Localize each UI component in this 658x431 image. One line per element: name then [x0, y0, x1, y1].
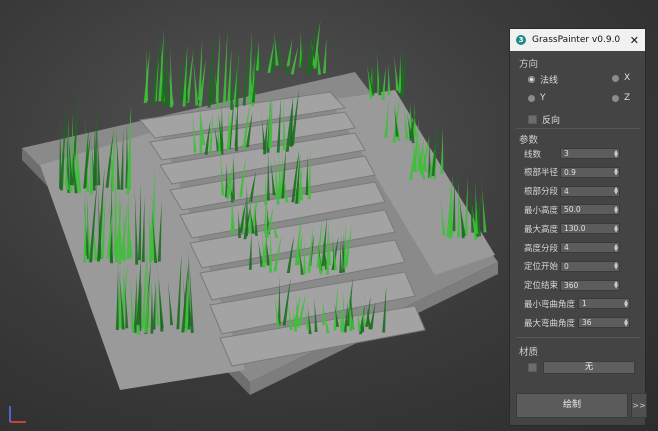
- param-value: 4: [564, 243, 569, 252]
- param-value: 130.0: [564, 224, 586, 234]
- param-label: 根部半径: [524, 168, 559, 179]
- params-group-label: 参数: [519, 135, 539, 146]
- param-label: 最大高度: [524, 224, 559, 235]
- param-row: 最小高度 50.0 ▲ ▼: [524, 204, 620, 216]
- spinner-arrows-icon[interactable]: ▲ ▼: [613, 149, 619, 158]
- radio-dot-icon: [528, 76, 535, 83]
- grass-blade: [191, 39, 199, 106]
- material-none-button[interactable]: 无: [543, 361, 635, 374]
- param-row: 最大弯曲角度 36 ▲ ▼: [524, 317, 630, 329]
- radio-z[interactable]: Z: [612, 93, 630, 103]
- param-value: 0.9: [564, 167, 576, 177]
- checkbox-box: [528, 115, 537, 124]
- grass-blade: [286, 39, 293, 67]
- param-value: 0: [564, 261, 569, 271]
- param-row: 根部半径 0.9 ▲ ▼: [524, 166, 620, 179]
- param-row: 根部分段 4 ▲ ▼: [524, 185, 620, 198]
- param-spinner-input[interactable]: 3 ▲ ▼: [560, 148, 620, 159]
- grass-blade: [222, 31, 228, 104]
- divider: [516, 128, 640, 129]
- param-label: 定位结束: [524, 281, 559, 292]
- panel-titlebar[interactable]: 3 GrassPainter v0.9.0 ✕: [510, 29, 645, 51]
- spinner-arrows-icon[interactable]: ▲ ▼: [613, 187, 619, 196]
- spinner-arrows-icon[interactable]: ▲ ▼: [623, 318, 629, 327]
- param-label: 最小弯曲角度: [524, 299, 576, 310]
- param-label: 线数: [524, 149, 542, 160]
- param-spinner-input[interactable]: 1 ▲ ▼: [578, 298, 630, 310]
- param-label: 定位开始: [524, 262, 559, 273]
- grass-blade: [177, 34, 184, 102]
- param-value: 36: [582, 318, 592, 328]
- radio-z-label: Z: [624, 93, 631, 103]
- param-row: 定位结束 360 ▲ ▼: [524, 279, 620, 292]
- checkbox-box: [528, 363, 537, 372]
- expand-button[interactable]: >>: [631, 393, 647, 418]
- radio-dot-icon: [612, 94, 619, 102]
- param-row: 线数 3 ▲ ▼: [524, 148, 620, 160]
- param-row: 定位开始 0 ▲ ▼: [524, 260, 620, 273]
- param-row: 最大高度 130.0 ▲ ▼: [524, 223, 620, 235]
- grass-blade: [400, 42, 404, 98]
- param-spinner-input[interactable]: 0 ▲ ▼: [560, 260, 620, 272]
- spinner-arrows-icon[interactable]: ▲ ▼: [613, 205, 619, 214]
- radio-x-label: X: [624, 73, 631, 83]
- grass-blade: [392, 42, 399, 91]
- reverse-checkbox[interactable]: 反向: [528, 113, 560, 126]
- param-value: 4: [564, 186, 569, 196]
- param-spinner-input[interactable]: 4 ▲ ▼: [560, 185, 620, 197]
- material-group-label: 材质: [519, 347, 539, 358]
- param-spinner-input[interactable]: 0.9 ▲ ▼: [560, 166, 620, 178]
- grass-blade: [378, 58, 382, 96]
- grass-blade: [398, 53, 402, 93]
- param-spinner-input[interactable]: 50.0 ▲ ▼: [560, 204, 620, 216]
- spinner-arrows-icon[interactable]: ▲ ▼: [613, 262, 619, 271]
- param-value: 3: [564, 149, 569, 158]
- direction-group-label: 方向: [519, 59, 539, 70]
- divider: [516, 337, 640, 338]
- spinner-arrows-icon[interactable]: ▲ ▼: [613, 224, 619, 233]
- param-value: 360: [564, 280, 579, 290]
- radio-y-label: Y: [540, 93, 546, 103]
- radio-y[interactable]: Y: [528, 93, 546, 103]
- radio-normal[interactable]: 法线: [528, 73, 558, 86]
- param-spinner-input[interactable]: 36 ▲ ▼: [578, 317, 630, 329]
- grass-blade: [322, 36, 327, 74]
- grass-blade: [207, 31, 215, 108]
- param-spinner-input[interactable]: 4 ▲ ▼: [560, 242, 620, 253]
- param-spinner-input[interactable]: 360 ▲ ▼: [560, 279, 620, 291]
- param-row: 高度分段 4 ▲ ▼: [524, 242, 620, 254]
- param-value: 50.0: [564, 205, 581, 215]
- draw-button[interactable]: 绘制: [516, 393, 628, 418]
- param-spinner-input[interactable]: 130.0 ▲ ▼: [560, 223, 620, 235]
- radio-dot-icon: [612, 74, 619, 82]
- radio-normal-label: 法线: [540, 76, 559, 86]
- panel-title: GrassPainter v0.9.0: [532, 35, 621, 45]
- radio-dot-icon: [528, 94, 535, 102]
- param-row: 最小弯曲角度 1 ▲ ▼: [524, 298, 630, 310]
- param-label: 根部分段: [524, 187, 559, 198]
- app-logo-icon: 3: [516, 35, 526, 45]
- spinner-arrows-icon[interactable]: ▲ ▼: [613, 243, 619, 252]
- param-label: 最大弯曲角度: [524, 318, 576, 329]
- grass-blade: [480, 172, 487, 233]
- radio-x[interactable]: X: [612, 73, 630, 83]
- grass-blade: [387, 62, 391, 95]
- grass-blade: [475, 178, 479, 234]
- spinner-arrows-icon[interactable]: ▲ ▼: [613, 281, 619, 290]
- axis-gizmo-icon: [6, 400, 36, 428]
- spinner-arrows-icon[interactable]: ▲ ▼: [623, 299, 629, 308]
- grass-blade: [290, 47, 299, 75]
- close-icon[interactable]: ✕: [630, 34, 639, 47]
- param-label: 高度分段: [524, 243, 559, 254]
- grass-blade: [242, 45, 248, 106]
- grasspainter-panel: 3 GrassPainter v0.9.0 ✕ 方向 法线 X Y Z 反向 参…: [509, 28, 647, 426]
- param-value: 1: [582, 299, 587, 309]
- param-label: 最小高度: [524, 205, 559, 216]
- material-checkbox[interactable]: [528, 363, 542, 372]
- reverse-checkbox-label: 反向: [542, 116, 561, 126]
- spinner-arrows-icon[interactable]: ▲ ▼: [613, 168, 619, 177]
